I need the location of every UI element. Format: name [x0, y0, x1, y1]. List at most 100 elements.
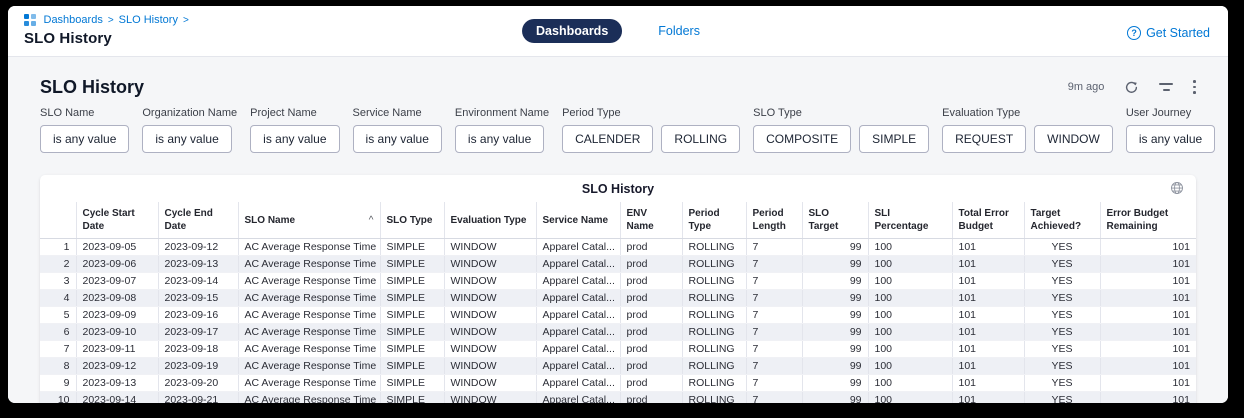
column-header-total_error_budget[interactable]: Total Error Budget: [952, 202, 1024, 239]
filter-chip[interactable]: ROLLING: [661, 125, 740, 153]
filter-chip[interactable]: is any value: [1126, 125, 1215, 153]
column-header-target_achieved[interactable]: Target Achieved?: [1024, 202, 1100, 239]
table-cell-cycle_start: 2023-09-09: [76, 307, 158, 324]
table-cell-slo_target: 99: [802, 290, 868, 307]
get-started-link[interactable]: ? Get Started: [1127, 26, 1210, 40]
table-cell-cycle_end: 2023-09-17: [158, 324, 238, 341]
table-cell-service_name: Apparel Catal...: [536, 324, 620, 341]
refresh-icon[interactable]: [1124, 78, 1139, 96]
table-cell-slo_target: 99: [802, 324, 868, 341]
table-cell-period_length: 7: [746, 290, 802, 307]
table-cell-evaluation_type: WINDOW: [444, 239, 536, 256]
table-cell-slo_type: SIMPLE: [380, 392, 444, 404]
table-cell-cycle_end: 2023-09-20: [158, 375, 238, 392]
view-toggle-tabs: Dashboards Folders: [522, 19, 714, 43]
breadcrumb-link-slo-history[interactable]: SLO History: [119, 14, 178, 26]
column-header-slo_target[interactable]: SLO Target: [802, 202, 868, 239]
tab-dashboards[interactable]: Dashboards: [522, 19, 622, 43]
column-header-label: SLI Percentage: [875, 208, 929, 232]
column-header-cycle_start[interactable]: Cycle Start Date: [76, 202, 158, 239]
filter-chip[interactable]: SIMPLE: [859, 125, 929, 153]
filter-chip[interactable]: is any value: [250, 125, 339, 153]
table-cell-period_length: 7: [746, 256, 802, 273]
table-cell-slo_type: SIMPLE: [380, 239, 444, 256]
filter-chip[interactable]: COMPOSITE: [753, 125, 851, 153]
column-header-label: Period Length: [753, 208, 786, 232]
column-header-slo_type[interactable]: SLO Type: [380, 202, 444, 239]
column-header-service_name[interactable]: Service Name: [536, 202, 620, 239]
table-cell-sli_percentage: 100: [868, 290, 952, 307]
column-header-label: Service Name: [543, 215, 609, 226]
tab-folders[interactable]: Folders: [644, 19, 714, 43]
table-cell-slo_type: SIMPLE: [380, 290, 444, 307]
table-cell-cycle_start: 2023-09-14: [76, 392, 158, 404]
table-cell-cycle_end: 2023-09-18: [158, 341, 238, 358]
table-cell-evaluation_type: WINDOW: [444, 290, 536, 307]
table-cell-sli_percentage: 100: [868, 392, 952, 404]
column-header-env_name[interactable]: ENV Name: [620, 202, 682, 239]
dashboard-toolbar: SLO History 9m ago: [40, 57, 1196, 101]
filter-label: User Journey: [1126, 107, 1215, 119]
filter-chip-list: is any value: [1126, 125, 1215, 153]
filter-chip[interactable]: CALENDER: [562, 125, 653, 153]
column-header-sli_percentage[interactable]: SLI Percentage: [868, 202, 952, 239]
column-header-evaluation_type[interactable]: Evaluation Type: [444, 202, 536, 239]
table-cell-target_achieved: YES: [1024, 375, 1100, 392]
filter-chip[interactable]: WINDOW: [1034, 125, 1113, 153]
filter-icon[interactable]: [1159, 78, 1173, 96]
table-cell-error_budget_remaining: 101: [1100, 392, 1196, 404]
breadcrumb-link-dashboards[interactable]: Dashboards: [44, 14, 103, 26]
filter-chip[interactable]: is any value: [40, 125, 129, 153]
table-cell-service_name: Apparel Catal...: [536, 290, 620, 307]
table-cell-total_error_budget: 101: [952, 341, 1024, 358]
explore-globe-icon[interactable]: [1170, 181, 1184, 195]
tile-title: SLO History: [582, 182, 654, 196]
table-cell-error_budget_remaining: 101: [1100, 375, 1196, 392]
filter-chip-list: is any value: [455, 125, 549, 153]
table-cell-slo_name: AC Average Response Time: [238, 239, 380, 256]
column-header-period_type[interactable]: Period Type: [682, 202, 746, 239]
column-header-label: SLO Type: [387, 215, 433, 226]
table-cell-cycle_end: 2023-09-13: [158, 256, 238, 273]
filter-chip-list: is any value: [250, 125, 339, 153]
filter-chip[interactable]: REQUEST: [942, 125, 1026, 153]
table-cell-target_achieved: YES: [1024, 290, 1100, 307]
table-cell-cycle_start: 2023-09-12: [76, 358, 158, 375]
table-cell-target_achieved: YES: [1024, 358, 1100, 375]
more-vertical-icon[interactable]: [1193, 78, 1196, 96]
table-row: 92023-09-132023-09-20AC Average Response…: [40, 375, 1196, 392]
column-header-slo_name[interactable]: SLO Name^: [238, 202, 380, 239]
table-cell-evaluation_type: WINDOW: [444, 341, 536, 358]
table-cell-cycle_start: 2023-09-13: [76, 375, 158, 392]
column-header-error_budget_remaining[interactable]: Error Budget Remaining: [1100, 202, 1196, 239]
column-header-cycle_end[interactable]: Cycle End Date: [158, 202, 238, 239]
table-cell-sli_percentage: 100: [868, 239, 952, 256]
table-cell-num: 2: [40, 256, 76, 273]
table-cell-period_type: ROLLING: [682, 307, 746, 324]
get-started-label: Get Started: [1146, 26, 1210, 40]
column-header-period_length[interactable]: Period Length: [746, 202, 802, 239]
table-cell-slo_name: AC Average Response Time: [238, 307, 380, 324]
last-refresh-label: 9m ago: [1068, 81, 1105, 93]
column-header-label: SLO Name: [245, 215, 296, 226]
table-cell-total_error_budget: 101: [952, 273, 1024, 290]
column-header-num: [40, 202, 76, 239]
filter-chip[interactable]: is any value: [455, 125, 544, 153]
table-cell-evaluation_type: WINDOW: [444, 273, 536, 290]
filter-chip[interactable]: is any value: [142, 125, 231, 153]
table-cell-sli_percentage: 100: [868, 375, 952, 392]
table-cell-period_length: 7: [746, 392, 802, 404]
table-cell-cycle_end: 2023-09-19: [158, 358, 238, 375]
column-header-label: Period Type: [689, 208, 720, 232]
filter-label: Project Name: [250, 107, 339, 119]
table-row: 22023-09-062023-09-13AC Average Response…: [40, 256, 1196, 273]
table-cell-total_error_budget: 101: [952, 307, 1024, 324]
filter-chip[interactable]: is any value: [353, 125, 442, 153]
dashboard-content: SLO History 9m ago SLO Nameis any valueO…: [8, 57, 1228, 403]
table-cell-slo_type: SIMPLE: [380, 273, 444, 290]
table-cell-target_achieved: YES: [1024, 239, 1100, 256]
filter-label: Service Name: [353, 107, 442, 119]
table-row: 62023-09-102023-09-17AC Average Response…: [40, 324, 1196, 341]
tile-header: SLO History: [40, 175, 1196, 202]
filter-chip-list: is any value: [353, 125, 442, 153]
